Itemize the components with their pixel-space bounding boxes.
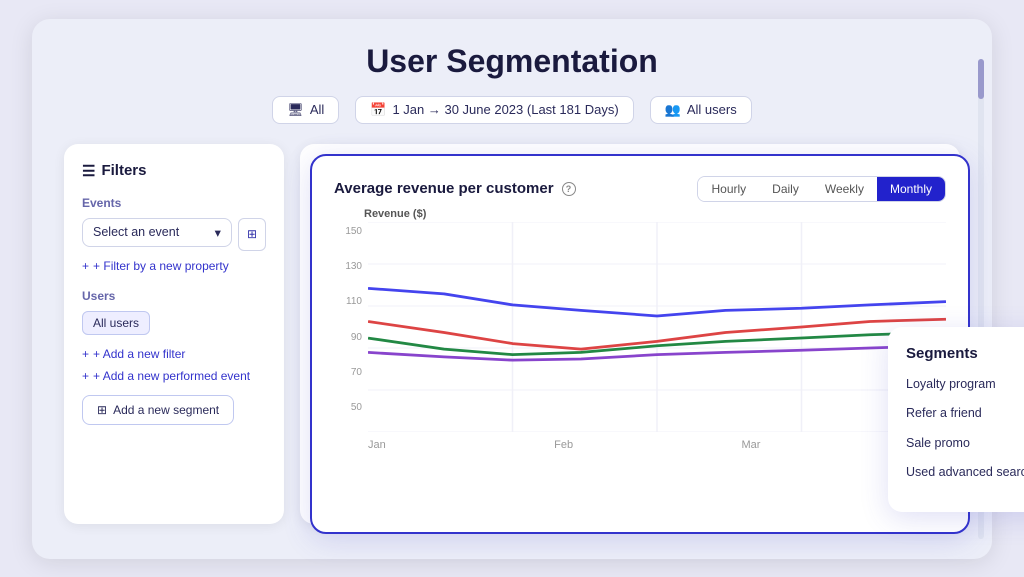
segment-name-3: Used advanced search [906,464,1024,482]
segment-name-1: Refer a friend [906,405,1024,423]
chart-area: Average revenue per customer ? Hourly Da… [300,144,960,524]
tab-daily-overlay[interactable]: Daily [759,177,812,201]
chevron-down-icon: ▾ [215,225,221,240]
users-icon: 👥 [665,102,681,118]
tab-hourly-overlay[interactable]: Hourly [698,177,759,201]
overlay-chart-title: Average revenue per customer ? [334,180,576,197]
x-label-feb: Feb [554,439,573,451]
add-filter-link[interactable]: + + Add a new filter [82,347,266,361]
segments-title: Segments [906,345,1024,362]
outer-container: User Segmentation 🖥 All 📅 1 Jan → 30 Jun… [32,19,992,559]
scrollbar-thumb[interactable] [978,59,984,99]
segment-name-0: Loyalty program [906,376,1024,394]
events-section-label: Events [82,196,266,210]
segments-panel: Segments Loyalty program $108 (+67%) Ref… [888,327,1024,512]
page-title: User Segmentation [64,43,960,80]
filter-icon: ☰ [82,162,95,180]
select-event-dropdown[interactable]: Select an event ▾ [82,218,232,247]
segment-name-2: Sale promo [906,435,1024,453]
segment-row-3: Used advanced search $61 (-7%) [906,464,1024,482]
segment-icon: ⊞ [97,403,107,417]
filters-panel: ☰ Filters Events Select an event ▾ ⊞ + +… [64,144,284,524]
time-tabs-overlay[interactable]: Hourly Daily Weekly Monthly [697,176,946,202]
filter-bar: 🖥 All 📅 1 Jan → 30 June 2023 (Last 181 D… [64,96,960,124]
x-label-mar: Mar [742,439,761,451]
add-performed-event-link[interactable]: + + Add a new performed event [82,369,266,383]
users-section-label: Users [82,289,266,303]
overlay-chart-card: Average revenue per customer ? Hourly Da… [310,154,970,534]
all-filter-pill[interactable]: 🖥 All [272,96,339,124]
users-filter-pill[interactable]: 👥 All users [650,96,752,124]
event-icon-button[interactable]: ⊞ [238,218,266,251]
x-label-jan: Jan [368,439,386,451]
tab-monthly-overlay[interactable]: Monthly [877,177,945,201]
calendar-icon: 📅 [370,102,386,118]
users-filter-label: All users [687,102,737,117]
all-filter-label: All [310,102,324,117]
all-users-badge[interactable]: All users [82,311,150,335]
filter-by-property-link[interactable]: + + Filter by a new property [82,259,266,273]
main-content: ☰ Filters Events Select an event ▾ ⊞ + +… [64,144,960,524]
plus-icon-3: + [82,369,89,383]
segment-row-1: Refer a friend $95 (+22%) [906,405,1024,423]
plus-icon: + [82,259,89,273]
segment-row-2: Sale promo $71 (-72%) [906,435,1024,453]
overlay-chart-header: Average revenue per customer ? Hourly Da… [334,176,946,202]
help-icon-overlay: ? [562,182,576,196]
add-segment-button[interactable]: ⊞ Add a new segment [82,395,234,425]
chart-svg-area: Jan Feb Mar Apr [368,222,946,432]
y-axis-label: Revenue ($) [364,208,946,220]
date-range-pill[interactable]: 📅 1 Jan → 30 June 2023 (Last 181 Days) [355,96,633,124]
date-range-label: 1 Jan → 30 June 2023 (Last 181 Days) [392,102,618,117]
select-event-label: Select an event [93,225,179,239]
monitor-icon: 🖥 [287,102,304,118]
segment-row-0: Loyalty program $108 (+67%) [906,376,1024,394]
plus-icon-2: + [82,347,89,361]
filters-title: ☰ Filters [82,162,266,180]
tab-weekly-overlay[interactable]: Weekly [812,177,877,201]
